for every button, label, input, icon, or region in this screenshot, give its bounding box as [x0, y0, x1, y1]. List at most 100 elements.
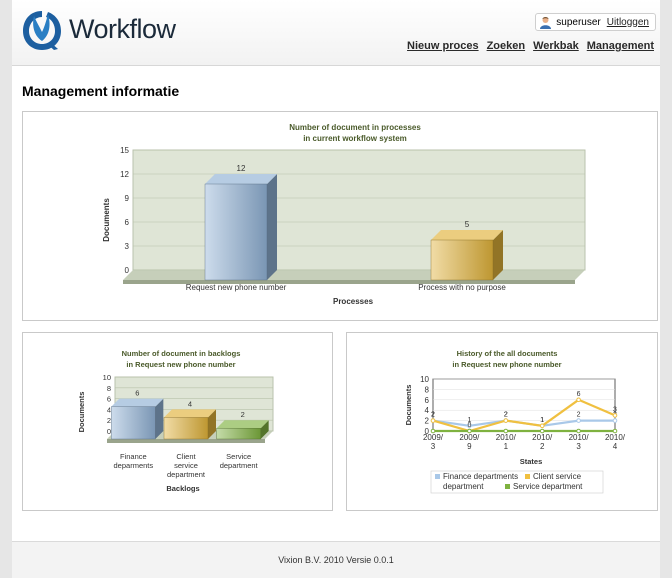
- footer: Vixion B.V. 2010 Versie 0.0.1: [12, 541, 660, 578]
- nav-search[interactable]: Zoeken: [487, 40, 526, 52]
- page: Workflow superuser Uitloggen Nieuw proce…: [12, 0, 660, 578]
- x-axis-label: Processes: [333, 297, 374, 306]
- x-tick-label: deparments: [114, 461, 154, 470]
- x-tick-label: 2010/: [532, 433, 553, 442]
- nav-worklist[interactable]: Werkbak: [533, 40, 579, 52]
- nav-new-process[interactable]: Nieuw proces: [407, 40, 479, 52]
- series-point: [539, 428, 545, 434]
- y-axis-label: Documents: [77, 392, 86, 433]
- processes-chart-panel: Number of document in processes in curren…: [22, 111, 658, 321]
- series-point: [576, 418, 581, 423]
- chart-subtitle: in current workflow system: [303, 134, 407, 143]
- bar: [111, 406, 156, 440]
- chart-title: History of the all documents: [457, 349, 558, 358]
- data-label: 2: [504, 412, 508, 419]
- y-axis-label: Documents: [102, 198, 111, 242]
- history-chart: History of the all documents in Request n…: [404, 349, 626, 494]
- chart-title: Number of document in processes: [289, 123, 421, 132]
- header: Workflow superuser Uitloggen Nieuw proce…: [12, 0, 660, 66]
- legend-label: Finance departments: [443, 472, 518, 481]
- y-tick-label: 10: [103, 373, 111, 382]
- backlogs-chart: Number of document in backlogs in Request…: [77, 349, 274, 493]
- series-point: [612, 428, 618, 434]
- y-tick-label: 9: [125, 194, 130, 203]
- y-tick-label: 15: [120, 146, 129, 155]
- bar-top: [205, 174, 277, 184]
- legend-label: Service department: [513, 482, 583, 491]
- y-tick-label: 12: [120, 170, 129, 179]
- y-tick-label: 6: [107, 395, 111, 404]
- backlogs-chart-panel: Number of document in backlogs in Request…: [22, 332, 333, 511]
- y-tick-label: 0: [107, 427, 111, 436]
- chart-floor: [123, 270, 585, 280]
- series-point: [576, 397, 581, 403]
- x-tick-label: 3: [576, 442, 581, 451]
- y-axis-label: Documents: [404, 385, 413, 426]
- user-name: superuser: [556, 16, 601, 28]
- bar-top: [164, 409, 216, 418]
- app-logo-text: Workflow: [69, 14, 176, 44]
- x-tick-label: 4: [613, 442, 618, 451]
- x-tick-label: Finance: [120, 452, 147, 461]
- series-point: [430, 418, 436, 423]
- y-tick-label: 2: [425, 417, 430, 426]
- x-tick-label: 1: [504, 442, 509, 451]
- series-point: [503, 418, 509, 423]
- data-label: 1: [540, 417, 544, 424]
- workflow-logo-icon: [23, 11, 61, 50]
- series-point: [539, 423, 545, 429]
- chart-back-wall: [132, 149, 586, 271]
- bar-top: [431, 230, 503, 240]
- data-label: 2: [431, 412, 435, 419]
- y-tick-label: 8: [107, 384, 111, 393]
- data-label: 6: [577, 391, 581, 398]
- user-icon: [540, 16, 552, 29]
- bar: [216, 427, 261, 440]
- x-tick-label: 2009/: [423, 433, 444, 442]
- series-point: [467, 428, 472, 434]
- logout-link[interactable]: Uitloggen: [607, 17, 649, 28]
- y-tick-label: 6: [425, 396, 430, 405]
- bar: [430, 239, 494, 281]
- y-tick-label: 4: [425, 406, 430, 415]
- x-axis-label: States: [520, 457, 543, 466]
- legend-swatch: [525, 474, 530, 479]
- nav-management[interactable]: Management: [587, 40, 654, 52]
- data-label: 12: [237, 164, 246, 173]
- bar-top: [216, 420, 269, 429]
- y-tick-label: 6: [125, 218, 130, 227]
- history-chart-panel: History of the all documents in Request n…: [346, 332, 658, 511]
- x-tick-label: 3: [431, 442, 436, 451]
- series-point: [612, 413, 618, 418]
- x-tick-label: department: [220, 461, 259, 470]
- legend-swatch: [505, 484, 510, 489]
- y-tick-label: 2: [107, 416, 111, 425]
- main-nav: Nieuw proces Zoeken Werkbak Management: [407, 40, 654, 52]
- data-label: 4: [188, 399, 192, 408]
- x-tick-label: 2010/: [496, 433, 517, 442]
- chart-floor-edge: [107, 439, 265, 443]
- bar: [163, 417, 209, 440]
- legend-label: department: [443, 482, 484, 491]
- data-label: 5: [465, 220, 470, 229]
- chart-subtitle: in Request new phone number: [126, 360, 235, 369]
- data-label: 0: [467, 422, 471, 429]
- bar: [204, 183, 268, 281]
- y-tick-label: 0: [125, 266, 130, 275]
- x-tick-label: 2010/: [569, 433, 590, 442]
- x-axis-label: Backlogs: [166, 484, 199, 493]
- series-point: [576, 428, 581, 434]
- chart-subtitle: in Request new phone number: [452, 360, 561, 369]
- x-tick-label: Process with no purpose: [418, 283, 506, 292]
- y-tick-label: 4: [107, 405, 111, 414]
- legend-label: Client service: [533, 472, 582, 481]
- data-label: 2: [577, 412, 581, 419]
- series-point: [430, 428, 436, 434]
- x-tick-label: Client: [176, 452, 196, 461]
- page-title: Management informatie: [22, 83, 180, 99]
- data-label: 2: [241, 410, 245, 419]
- y-tick-label: 3: [125, 242, 130, 251]
- x-tick-label: Request new phone number: [186, 283, 287, 292]
- data-label: 3: [613, 406, 617, 413]
- legend-swatch: [435, 474, 440, 479]
